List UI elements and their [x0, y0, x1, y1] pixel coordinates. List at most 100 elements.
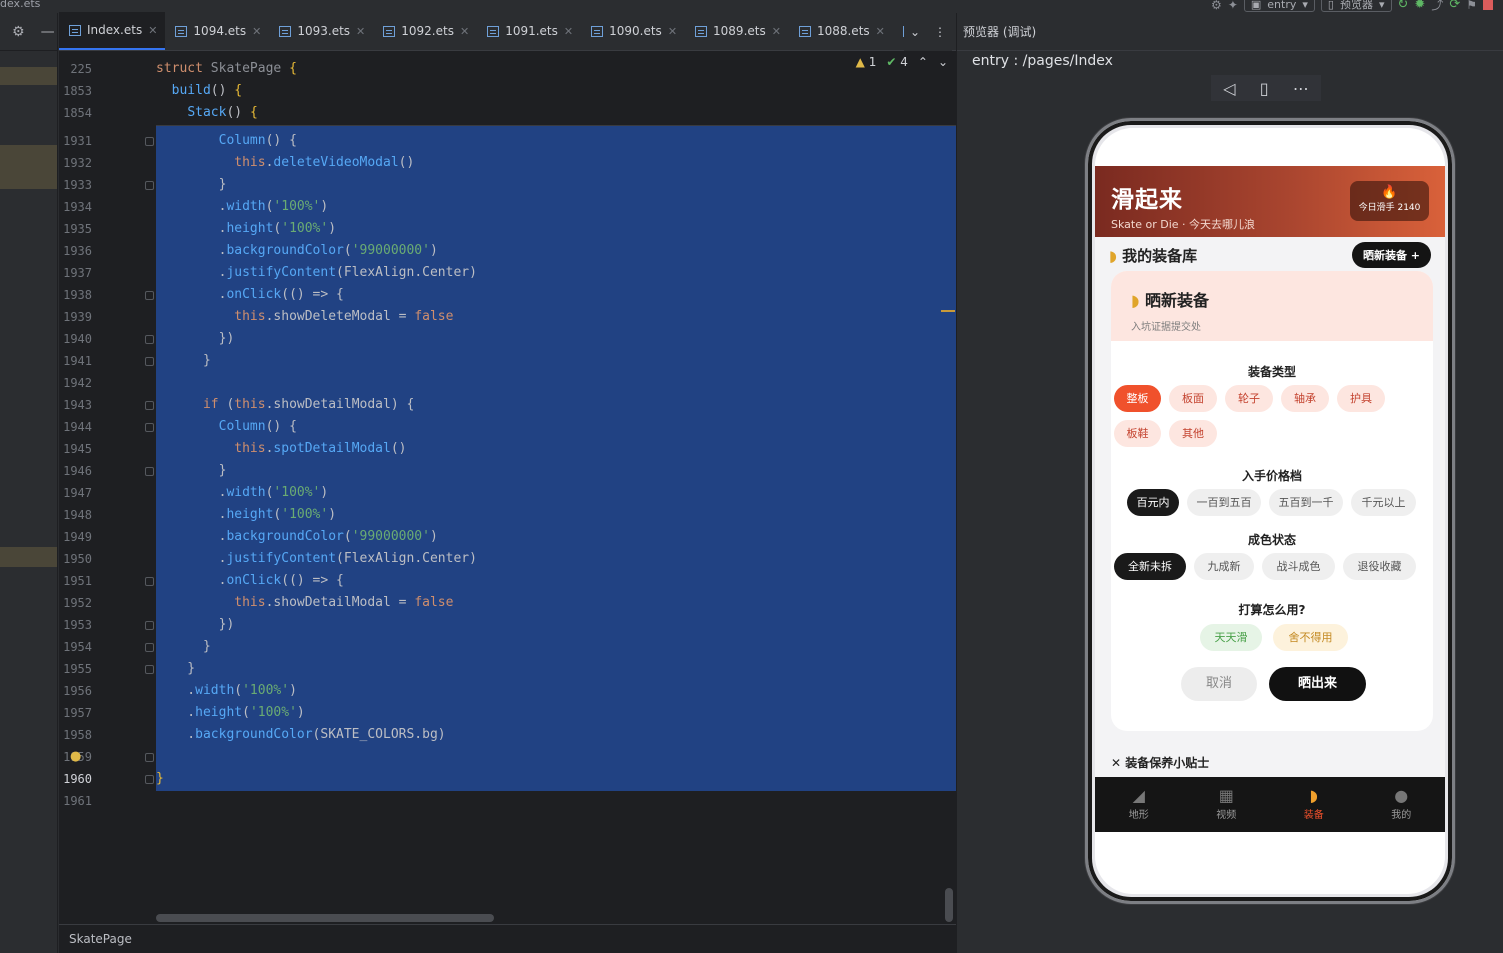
- type-chip[interactable]: 整板: [1114, 385, 1161, 412]
- fold-toggle-icon[interactable]: [145, 137, 154, 146]
- nav-gear[interactable]: ◗ 装备: [1279, 777, 1349, 832]
- type-chip[interactable]: 板面: [1169, 385, 1217, 412]
- price-chip[interactable]: 一百到五百: [1187, 489, 1261, 516]
- more-icon[interactable]: ⋯: [1293, 79, 1309, 98]
- fold-toggle-icon[interactable]: [145, 665, 154, 674]
- fold-toggle-icon[interactable]: [145, 753, 154, 762]
- line-number: 1941: [63, 354, 92, 368]
- fold-toggle-icon[interactable]: [145, 357, 154, 366]
- attach-icon[interactable]: ⤴: [1431, 0, 1443, 13]
- line-number: 1953: [63, 618, 92, 632]
- close-icon[interactable]: ✕: [356, 25, 365, 38]
- tips-title: ✕ 装备保养小贴士: [1111, 756, 1210, 770]
- editor-tab[interactable]: 1088.ets ✕: [789, 12, 893, 50]
- editor-tab[interactable]: 1089.ets ✕: [685, 12, 789, 50]
- fold-toggle-icon[interactable]: [145, 577, 154, 586]
- fold-toggle-icon[interactable]: [145, 401, 154, 410]
- fold-toggle-icon[interactable]: [145, 181, 154, 190]
- type-chip[interactable]: 护具: [1337, 385, 1385, 412]
- line-number: 1948: [63, 508, 92, 522]
- fold-toggle-icon[interactable]: [145, 621, 154, 630]
- price-chip[interactable]: 五百到一千: [1269, 489, 1343, 516]
- line-number: 1940: [63, 332, 92, 346]
- type-chip[interactable]: 其他: [1169, 420, 1217, 447]
- breadcrumb[interactable]: SkatePage: [59, 924, 956, 953]
- preview-route: entry : /pages/Index: [972, 53, 1113, 69]
- run-config-select[interactable]: ▣ entry ▾: [1243, 0, 1315, 12]
- cancel-button[interactable]: 取消: [1181, 667, 1257, 701]
- inspection-widget[interactable]: ▲ 1 ✔ 4 ⌃ ⌄: [856, 55, 948, 69]
- close-icon[interactable]: ✕: [252, 25, 261, 38]
- code-area[interactable]: struct SkatePage { build() { Stack() { C…: [70, 52, 956, 920]
- code-line: this.deleteVideoModal(): [234, 155, 415, 170]
- nav-profile[interactable]: ● 我的: [1366, 777, 1436, 832]
- close-icon[interactable]: ✕: [148, 24, 157, 37]
- minimize-icon[interactable]: —: [41, 24, 55, 40]
- editor-tab[interactable]: 1094.ets ✕: [165, 12, 269, 50]
- previewer-select[interactable]: ▯ 预览器 ▾: [1320, 0, 1392, 12]
- settings-icon[interactable]: ⚙: [1211, 0, 1222, 12]
- fold-toggle-icon[interactable]: [145, 335, 154, 344]
- fold-toggle-icon[interactable]: [145, 423, 154, 432]
- price-chip[interactable]: 千元以上: [1351, 489, 1416, 516]
- close-icon[interactable]: ✕: [668, 25, 677, 38]
- new-gear-button[interactable]: 晒新装备 +: [1351, 242, 1431, 268]
- back-icon[interactable]: ◁: [1223, 79, 1235, 98]
- line-number: 1951: [63, 574, 92, 588]
- code-line: .justifyContent(FlexAlign.Center): [156, 265, 477, 280]
- section-header: ◗ 我的装备库 晒新装备 +: [1095, 237, 1445, 273]
- close-icon[interactable]: ✕: [772, 25, 781, 38]
- nav-terrain[interactable]: ◢ 地形: [1104, 777, 1174, 832]
- close-icon[interactable]: ✕: [564, 25, 573, 38]
- chevron-down-icon[interactable]: ⌄: [938, 55, 948, 69]
- type-chip[interactable]: 轴承: [1281, 385, 1329, 412]
- rerun-icon[interactable]: ↻: [1398, 0, 1409, 12]
- editor-tab[interactable]: 1093.ets ✕: [269, 12, 373, 50]
- editor-tab[interactable]: 1090.ets ✕: [581, 12, 685, 50]
- stop-icon[interactable]: [1483, 0, 1493, 10]
- rotate-icon[interactable]: ▯: [1260, 79, 1269, 98]
- warning-icon: ▲: [855, 55, 865, 69]
- line-number: 1952: [63, 596, 92, 610]
- more-vertical-icon[interactable]: ⋮: [934, 25, 946, 39]
- line-number: 1938: [63, 288, 92, 302]
- phone-screen: 滑起来 Skate or Die · 今天去哪儿浪 🔥 今日滑手 2140 ◗ …: [1095, 128, 1445, 894]
- editor-tab[interactable]: 1091.ets ✕: [477, 12, 581, 50]
- vertical-scrollbar[interactable]: [945, 888, 953, 922]
- fold-toggle-icon[interactable]: [145, 775, 154, 784]
- chevron-up-icon[interactable]: ⌃: [918, 55, 928, 69]
- chevron-down-icon[interactable]: ⌄: [910, 25, 920, 39]
- chevron-down-icon: ▾: [1302, 0, 1308, 11]
- debug-icon[interactable]: ✹: [1414, 0, 1425, 12]
- condition-chip[interactable]: 战斗成色: [1262, 553, 1335, 580]
- profiler-icon[interactable]: ⚑: [1466, 0, 1477, 12]
- close-icon[interactable]: ✕: [460, 25, 469, 38]
- editor-tab[interactable]: 1092.ets ✕: [373, 12, 477, 50]
- reload-icon[interactable]: ⟳: [1449, 0, 1460, 12]
- condition-chip[interactable]: 九成新: [1194, 553, 1254, 580]
- line-number: 1939: [63, 310, 92, 324]
- submit-button[interactable]: 晒出来: [1269, 667, 1366, 701]
- horizontal-scrollbar[interactable]: [156, 914, 494, 922]
- intention-bulb-icon[interactable]: ●: [70, 749, 81, 764]
- nav-video[interactable]: ▦ 视频: [1191, 777, 1261, 832]
- fold-toggle-icon[interactable]: [145, 643, 154, 652]
- condition-chip[interactable]: 退役收藏: [1343, 553, 1416, 580]
- bug-icon[interactable]: ✦: [1228, 0, 1238, 12]
- file-icon: [175, 25, 188, 37]
- editor-tab[interactable]: Index.ets ✕: [59, 12, 166, 50]
- fold-toggle-icon[interactable]: [145, 467, 154, 476]
- usage-chip[interactable]: 天天滑: [1200, 624, 1262, 651]
- price-chip[interactable]: 百元内: [1127, 489, 1179, 516]
- condition-chip[interactable]: 全新未拆: [1114, 553, 1186, 580]
- line-number: 1853: [63, 84, 92, 98]
- gear-icon[interactable]: ⚙: [12, 24, 25, 40]
- type-chip[interactable]: 轮子: [1225, 385, 1273, 412]
- line-number: 1936: [63, 244, 92, 258]
- code-line: .backgroundColor('99000000'): [156, 243, 438, 258]
- close-icon[interactable]: ✕: [876, 25, 885, 38]
- fold-toggle-icon[interactable]: [145, 291, 154, 300]
- usage-chip[interactable]: 舍不得用: [1273, 624, 1348, 651]
- code-line: this.showDetailModal = false: [234, 595, 454, 610]
- type-chip[interactable]: 板鞋: [1114, 420, 1161, 447]
